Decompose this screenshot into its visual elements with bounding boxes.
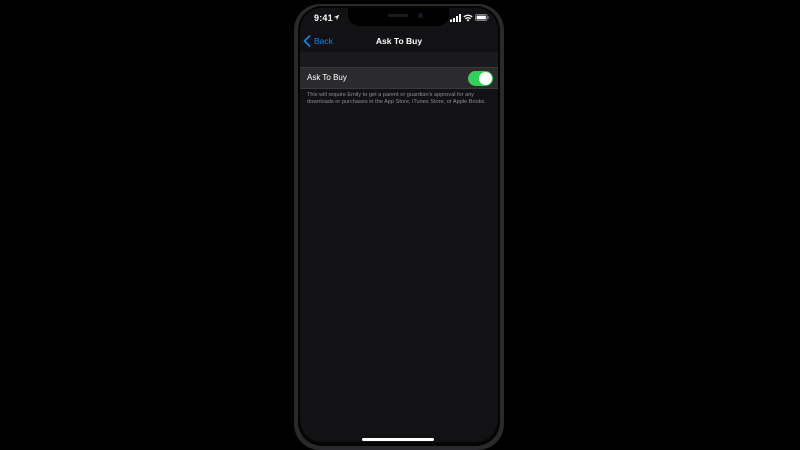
ask-to-buy-row: Ask To Buy xyxy=(300,67,498,89)
toggle-knob xyxy=(479,72,492,85)
ask-to-buy-description: This will require Emily to get a parent … xyxy=(307,92,486,105)
ask-to-buy-label: Ask To Buy xyxy=(307,73,347,82)
phone-screen: 9:41 Back Ask To Buy Ask To Buy This wil… xyxy=(300,8,498,442)
video-frame: 9:41 Back Ask To Buy Ask To Buy This wil… xyxy=(0,0,800,450)
home-indicator[interactable] xyxy=(362,438,434,441)
navigation-bar: Back Ask To Buy xyxy=(300,30,498,52)
speaker-grille xyxy=(388,14,408,17)
section-spacer xyxy=(300,52,498,68)
status-time: 9:41 xyxy=(314,13,333,23)
location-icon xyxy=(333,14,340,21)
ask-to-buy-toggle[interactable] xyxy=(468,71,493,86)
front-camera xyxy=(418,13,423,18)
battery-icon xyxy=(475,14,489,21)
signal-icon xyxy=(450,14,461,22)
page-title: Ask To Buy xyxy=(375,36,423,46)
notch xyxy=(348,8,449,26)
wifi-icon xyxy=(463,14,473,22)
